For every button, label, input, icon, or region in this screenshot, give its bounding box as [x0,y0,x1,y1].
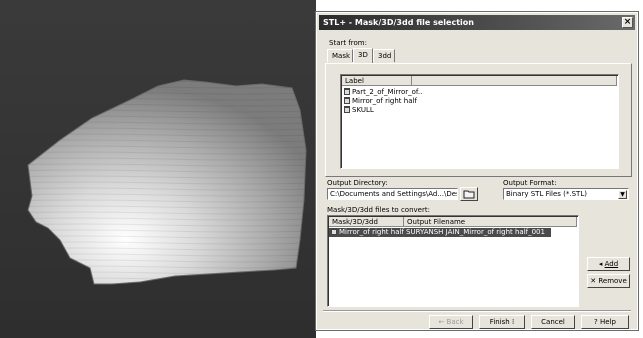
window-title: STL+ - Mask/3D/3dd file selection [323,18,474,27]
help-button-label: Help [599,318,616,326]
add-button-label: Add [604,260,619,268]
output-format-value: Binary STL Files (*.STL) [506,190,587,198]
tab-mask[interactable]: Mask [327,49,353,62]
list-item[interactable]: SKULL [344,106,374,115]
column-header-output[interactable]: Output Filename [404,217,577,227]
list-item-label: Mirror_of right half [352,97,417,105]
remove-button-label: Remove [598,277,627,285]
file-icon [344,106,350,113]
convert-file-list[interactable]: Mask/3D/3dd Output Filename Mirror_of ri… [327,215,579,307]
output-directory-field[interactable]: C:\Documents and Settings\Ad...\Desktop\ [327,188,458,200]
browse-folder-button[interactable] [460,187,478,201]
file-selection-dialog: STL+ - Mask/3D/3dd file selection × Star… [315,11,639,331]
add-button[interactable]: ◂ Add [587,257,630,271]
file-icon [331,228,337,235]
column-header-source[interactable]: Mask/3D/3dd [329,217,404,227]
remove-button[interactable]: ✕ Remove [587,274,630,288]
list-item[interactable]: Part_2_of_Mirror_of.. [344,88,422,97]
empty-column-header [412,76,617,86]
arrow-left-icon: ◂ [598,260,603,268]
row-source-cell: Mirror_of right half [331,228,404,237]
help-icon: ? [594,318,598,326]
finish-button[interactable]: Finish ⁞ [479,315,525,329]
file-icon [344,88,350,95]
start-from-label: Start from: [329,39,367,47]
skull-surface-render [27,79,307,285]
output-format-select[interactable]: Binary STL Files (*.STL) ▼ [503,188,629,200]
table-row[interactable]: Mirror_of right half SURYANSH JAIN_Mirro… [329,228,551,237]
list-item-label: Part_2_of_Mirror_of.. [352,88,423,96]
convert-list-label: Mask/3D/3dd files to convert: [327,206,430,214]
tab-3dd[interactable]: 3dd [373,49,395,62]
label-column-header[interactable]: Label [342,76,412,86]
mesh-texture [28,80,306,284]
output-format-label: Output Format: [503,179,557,187]
divider [323,310,631,312]
close-icon: × [623,17,632,27]
title-bar: STL+ - Mask/3D/3dd file selection × [319,15,635,30]
cancel-button-label: Cancel [541,318,565,326]
row-source: Mirror_of right half [339,228,404,236]
source-file-list[interactable]: Label Part_2_of_Mirror_of.. Mirror_of ri… [340,74,619,169]
finish-button-label: Finish [489,318,510,326]
help-button[interactable]: ? Help [581,315,629,329]
list-item[interactable]: Mirror_of right half [344,97,417,106]
list-item-label: SKULL [352,106,374,114]
tab-panel: Label Part_2_of_Mirror_of.. Mirror_of ri… [325,63,632,177]
3d-viewport[interactable] [0,0,316,338]
folder-icon [463,190,475,199]
x-icon: ✕ [590,277,597,285]
output-directory-label: Output Directory: [327,179,388,187]
tab-3d[interactable]: 3D [353,48,373,63]
back-button-label: Back [446,318,464,326]
row-output: SURYANSH JAIN_Mirror_of right half_001 [406,228,545,236]
back-arrow-icon: ← [438,318,445,326]
cancel-button[interactable]: Cancel [531,315,575,329]
back-button[interactable]: ← Back [429,315,473,329]
file-icon [344,97,350,104]
close-button[interactable]: × [622,17,633,28]
chevron-down-icon[interactable]: ▼ [618,190,627,199]
finish-flag-icon: ⁞ [511,318,515,326]
